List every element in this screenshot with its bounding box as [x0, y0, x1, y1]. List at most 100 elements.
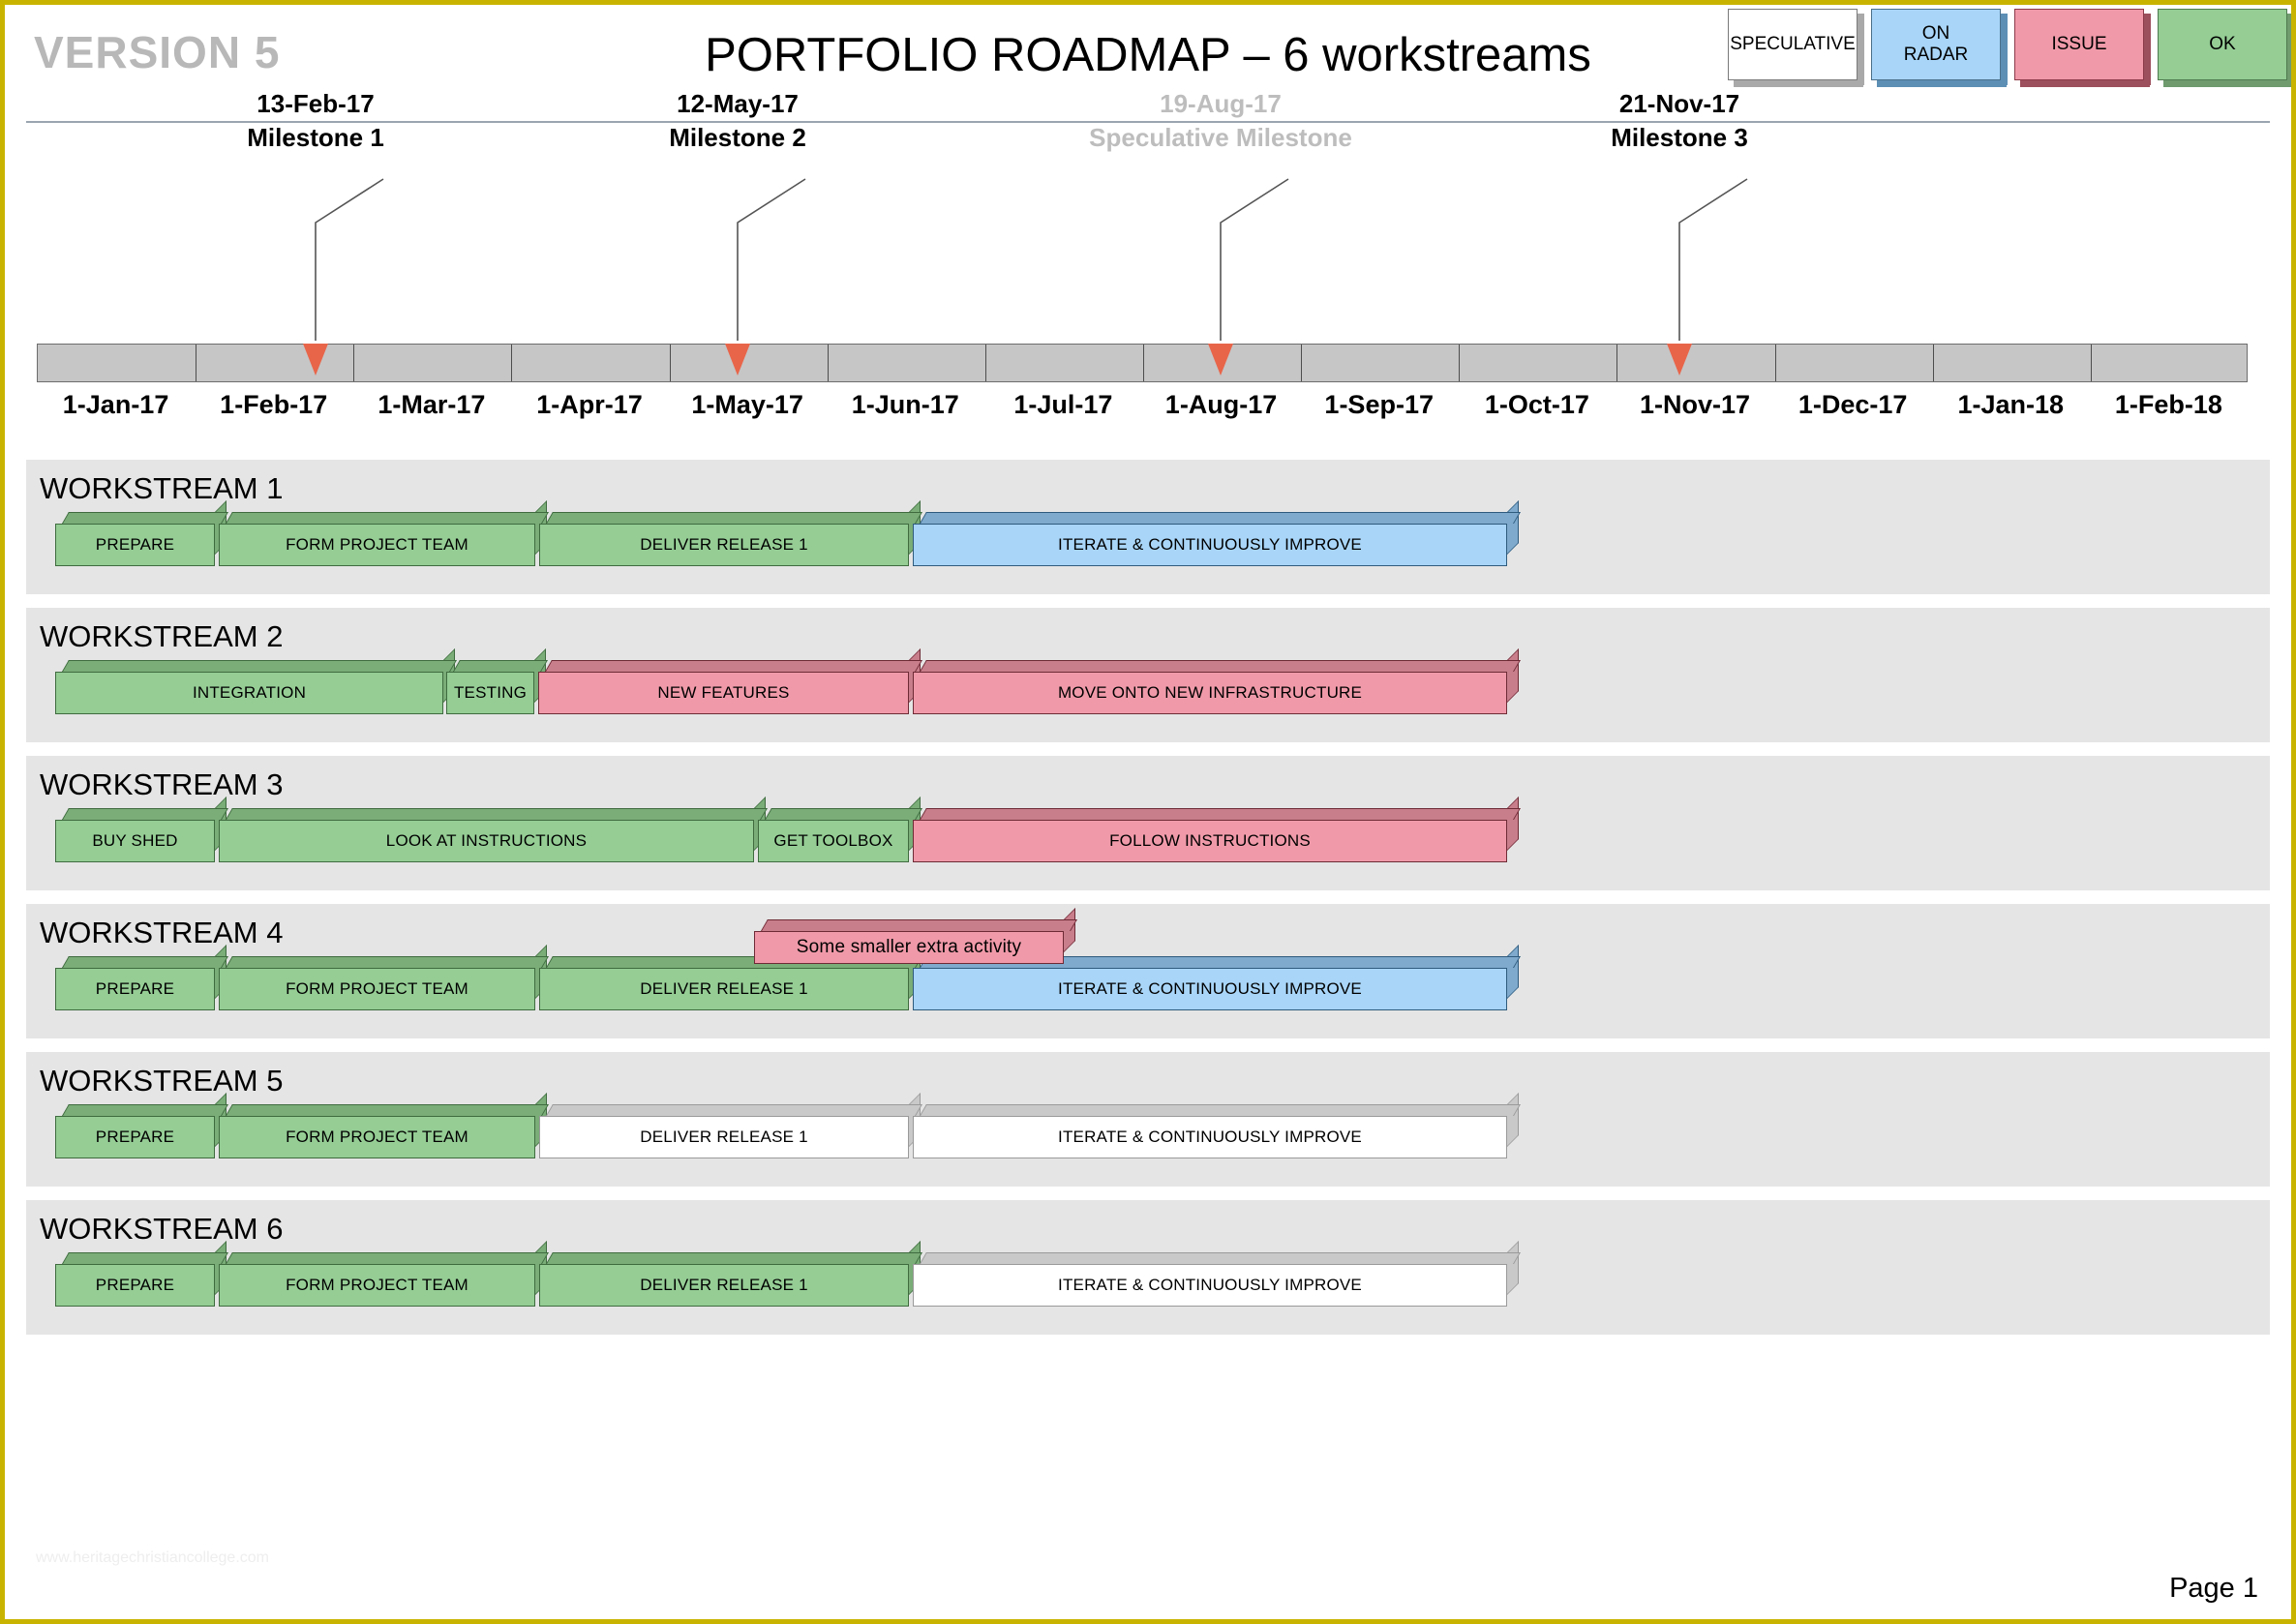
- milestone-arrow-icon: [1667, 344, 1692, 376]
- milestone-date: 21-Nov-17: [1618, 89, 1740, 118]
- task-bar-side: [1507, 648, 1519, 703]
- workstream-row: WORKSTREAM 6 PREPARE FORM PROJECT TEAM DELI…: [26, 1200, 2270, 1335]
- task-bar-top: [226, 808, 768, 820]
- task-bar-side: [1507, 1093, 1519, 1147]
- task-bar-top: [546, 1104, 922, 1116]
- task-bar[interactable]: PREPARE: [55, 1241, 228, 1307]
- task-bar[interactable]: DELIVER RELEASE 1: [539, 500, 922, 566]
- workstream-title: WORKSTREAM 4: [40, 916, 284, 949]
- workstream-title: WORKSTREAM 6: [40, 1212, 284, 1246]
- task-bar-label: INTEGRATION: [55, 672, 443, 714]
- task-bar-label: Some smaller extra activity: [754, 931, 1064, 964]
- workstream-title: WORKSTREAM 3: [40, 767, 284, 801]
- milestone-date: 19-Aug-17: [1160, 89, 1282, 118]
- task-bar-top: [761, 919, 1077, 931]
- task-bar[interactable]: NEW FEATURES: [538, 648, 922, 714]
- task-bar-label: DELIVER RELEASE 1: [539, 524, 909, 566]
- task-bar-top: [920, 1252, 1521, 1264]
- task-bar-top: [545, 660, 922, 672]
- legend-label: ISSUE: [2051, 34, 2107, 55]
- task-bar-top: [765, 808, 922, 820]
- task-bar-top: [62, 808, 228, 820]
- task-bar[interactable]: TESTING: [446, 648, 548, 714]
- task-bar[interactable]: PREPARE: [55, 1093, 228, 1158]
- task-bar[interactable]: INTEGRATION: [55, 648, 457, 714]
- task-bar-top: [62, 660, 457, 672]
- milestone-name: Milestone 3: [1611, 123, 1748, 153]
- legend-shadow: [2163, 80, 2291, 87]
- task-bar-label: FORM PROJECT TEAM: [219, 1116, 535, 1158]
- task-bar[interactable]: ITERATE & CONTINUOUSLY IMPROVE: [913, 1093, 1521, 1158]
- task-bar-label: ITERATE & CONTINUOUSLY IMPROVE: [913, 524, 1507, 566]
- task-bar-label: LOOK AT INSTRUCTIONS: [219, 820, 754, 862]
- task-bar-top: [226, 956, 549, 968]
- task-bar[interactable]: GET TOOLBOX: [758, 797, 922, 862]
- task-bar[interactable]: ITERATE & CONTINUOUSLY IMPROVE: [913, 1241, 1521, 1307]
- status-legend: SPECULATIVE ON RADAR ISSUE OK: [1728, 9, 2291, 87]
- workstream-row: WORKSTREAM 2 INTEGRATION TESTING NEW FEATUR…: [26, 608, 2270, 742]
- milestone-name: Milestone 2: [669, 123, 806, 153]
- task-bar[interactable]: FORM PROJECT TEAM: [219, 1241, 549, 1307]
- task-bar-top: [546, 512, 922, 524]
- legend-side: [1858, 14, 1864, 85]
- legend-label: ON RADAR: [1903, 23, 1969, 65]
- task-bar[interactable]: FORM PROJECT TEAM: [219, 1093, 549, 1158]
- timeline-area: 1-Jan-17 1-Feb-17 1-Mar-17 1-Apr-17 1-May-17…: [5, 89, 2291, 426]
- task-bar-label: PREPARE: [55, 968, 215, 1010]
- task-bar-top: [226, 1104, 549, 1116]
- task-bar-label: PREPARE: [55, 1264, 215, 1307]
- legend-side: [2287, 14, 2291, 85]
- legend-item-on-radar[interactable]: ON RADAR: [1871, 9, 2008, 87]
- task-bar[interactable]: DELIVER RELEASE 1: [539, 945, 922, 1010]
- task-bar-label: TESTING: [446, 672, 534, 714]
- task-bar[interactable]: ITERATE & CONTINUOUSLY IMPROVE: [913, 945, 1521, 1010]
- task-bar-top: [226, 1252, 549, 1264]
- milestone-name: Milestone 1: [247, 123, 384, 153]
- task-bar[interactable]: LOOK AT INSTRUCTIONS: [219, 797, 768, 862]
- task-bar-top: [920, 1104, 1521, 1116]
- task-bar-top: [226, 512, 549, 524]
- legend-shadow: [1877, 80, 2007, 87]
- task-bar-side: [1507, 797, 1519, 851]
- task-bar-label: DELIVER RELEASE 1: [539, 1264, 909, 1307]
- task-bar-top: [62, 1252, 228, 1264]
- task-bar[interactable]: DELIVER RELEASE 1: [539, 1093, 922, 1158]
- task-bar-label: DELIVER RELEASE 1: [539, 968, 909, 1010]
- task-bar-side: [1507, 1241, 1519, 1295]
- milestone-arrow-icon: [1208, 344, 1233, 376]
- task-bar[interactable]: DELIVER RELEASE 1: [539, 1241, 922, 1307]
- legend-item-ok[interactable]: OK: [2158, 9, 2291, 87]
- page-number: Page 1: [2169, 1573, 2258, 1604]
- legend-label: SPECULATIVE: [1730, 34, 1856, 55]
- workstream-title: WORKSTREAM 1: [40, 471, 284, 505]
- milestone-date: 13-Feb-17: [257, 89, 375, 118]
- task-bar-top: [62, 956, 228, 968]
- workstream-row: WORKSTREAM 3 BUY SHED LOOK AT INSTRUCTIONS…: [26, 756, 2270, 890]
- task-bar-top: [62, 512, 228, 524]
- task-bar-top: [920, 808, 1521, 820]
- task-bar[interactable]: PREPARE: [55, 500, 228, 566]
- task-bar[interactable]: FOLLOW INSTRUCTIONS: [913, 797, 1521, 862]
- task-bar-top: [920, 660, 1521, 672]
- legend-side: [2144, 14, 2151, 85]
- legend-item-issue[interactable]: ISSUE: [2014, 9, 2151, 87]
- task-bar[interactable]: FORM PROJECT TEAM: [219, 500, 549, 566]
- task-bar-label: MOVE ONTO NEW INFRASTRUCTURE: [913, 672, 1507, 714]
- task-bar-label: FORM PROJECT TEAM: [219, 968, 535, 1010]
- task-bar-top: [920, 512, 1521, 524]
- task-bar[interactable]: FORM PROJECT TEAM: [219, 945, 549, 1010]
- task-bar-label: DELIVER RELEASE 1: [539, 1116, 909, 1158]
- task-bar-label: ITERATE & CONTINUOUSLY IMPROVE: [913, 1116, 1507, 1158]
- task-bar[interactable]: BUY SHED: [55, 797, 228, 862]
- legend-item-speculative[interactable]: SPECULATIVE: [1728, 9, 1864, 87]
- task-bar-label: PREPARE: [55, 524, 215, 566]
- workstream-row: WORKSTREAM 5 PREPARE FORM PROJECT TEAM DELI…: [26, 1052, 2270, 1187]
- task-bar[interactable]: PREPARE: [55, 945, 228, 1010]
- task-bar-side: [1507, 500, 1519, 555]
- task-bar[interactable]: Some smaller extra activity: [754, 908, 1077, 964]
- task-bar-label: FOLLOW INSTRUCTIONS: [913, 820, 1507, 862]
- task-bar-label: BUY SHED: [55, 820, 215, 862]
- milestone-date: 12-May-17: [677, 89, 799, 118]
- task-bar[interactable]: ITERATE & CONTINUOUSLY IMPROVE: [913, 500, 1521, 566]
- task-bar[interactable]: MOVE ONTO NEW INFRASTRUCTURE: [913, 648, 1521, 714]
